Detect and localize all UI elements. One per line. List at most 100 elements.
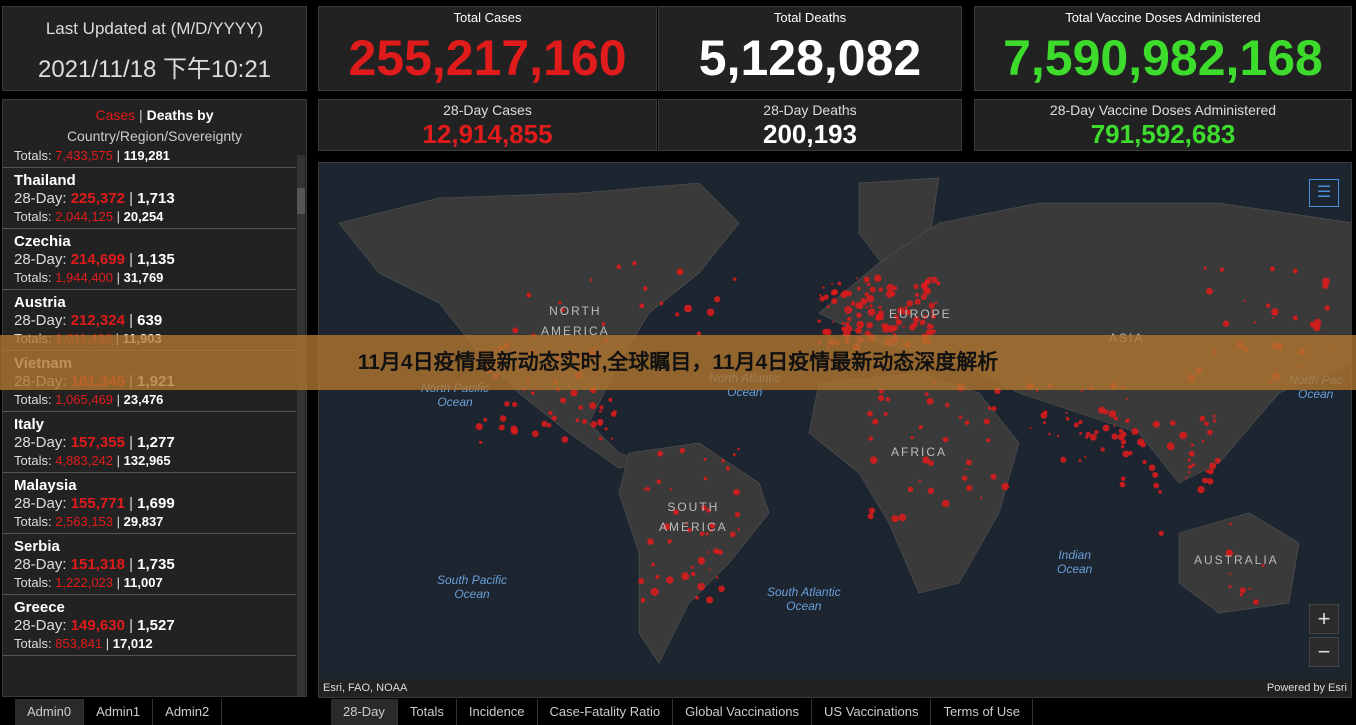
case-dot [733, 489, 740, 496]
country-name: Italy [14, 416, 45, 433]
case-dot [965, 459, 972, 466]
tab-us-vaccinations[interactable]: US Vaccinations [812, 699, 932, 725]
case-dot [1243, 299, 1246, 303]
zoom-out-button[interactable]: − [1309, 637, 1339, 667]
case-dot [922, 284, 927, 289]
case-dot [858, 303, 864, 309]
case-dot [986, 438, 991, 443]
case-dot [866, 321, 874, 329]
case-dot [866, 282, 871, 287]
tab-totals[interactable]: Totals [397, 699, 457, 725]
case-dot [699, 556, 703, 560]
case-dot [1205, 469, 1209, 473]
case-dot [1056, 434, 1060, 438]
tab-terms-of-use[interactable]: Terms of Use [931, 699, 1034, 725]
case-dot [837, 281, 842, 286]
case-dot [526, 292, 532, 298]
case-dot [608, 397, 613, 402]
list-item[interactable]: Italy 28-Day: 157,355 | 1,277 Totals: 4,… [3, 412, 296, 473]
headline-banner: 11月4日疫情最新动态实时,全球瞩目，11月4日疫情最新动态深度解析 [0, 335, 1356, 390]
label-totals: Totals: [14, 575, 56, 590]
stat-value: 255,217,160 [348, 30, 627, 86]
case-dot [1199, 415, 1206, 422]
case-dot [826, 305, 830, 308]
case-dot [598, 436, 603, 441]
cases-title: Cases [95, 107, 136, 123]
case-dot [1228, 522, 1232, 526]
case-dot [725, 466, 730, 471]
case-dot [841, 326, 846, 331]
case-dot [868, 436, 873, 441]
case-dot [1078, 459, 1082, 463]
case-dot [560, 397, 566, 404]
d-deaths: 639 [137, 312, 163, 329]
tab-admin2[interactable]: Admin2 [153, 699, 223, 725]
stat28-value: 12,914,855 [422, 119, 553, 149]
case-dot [867, 308, 876, 316]
case-dot [1131, 427, 1139, 435]
list-item[interactable]: Serbia 28-Day: 151,318 | 1,735 Totals: 1… [3, 534, 296, 595]
world-map[interactable]: NORTHAMERICA EUROPE ASIA AFRICA SOUTHAME… [318, 162, 1352, 698]
scrollbar-thumb[interactable] [297, 188, 305, 214]
d-deaths: 1,735 [137, 556, 175, 573]
stat-panel-28day: 28-Day Vaccine Doses Administered 791,59… [974, 99, 1352, 151]
tab-case-fatality-ratio[interactable]: Case-Fatality Ratio [537, 699, 674, 725]
case-dot [1118, 428, 1124, 434]
case-dot [961, 475, 968, 481]
case-dot [1001, 482, 1010, 491]
scrollbar[interactable] [297, 155, 305, 696]
case-dot [1152, 420, 1160, 428]
case-dot [1078, 420, 1083, 425]
case-dot [659, 301, 664, 306]
stat-panel-28day: 28-Day Deaths 200,193 [658, 99, 962, 151]
list-item-partial[interactable]: Totals: 7,433,575 | 119,281 [3, 147, 296, 168]
powered-by-esri[interactable]: Powered by Esri [1267, 682, 1347, 694]
d-deaths: 1,135 [137, 251, 175, 268]
label-totals: Totals: [14, 392, 56, 407]
case-dot [856, 312, 862, 319]
list-item[interactable]: Greece 28-Day: 149,630 | 1,527 Totals: 8… [3, 595, 296, 656]
map-tabs: 28-Day Totals Incidence Case-Fatality Ratio… [331, 699, 1034, 725]
list-item[interactable]: Malaysia 28-Day: 155,771 | 1,699 Totals:… [3, 473, 296, 534]
case-dot [734, 511, 741, 518]
list-item[interactable]: Czechia 28-Day: 214,699 | 1,135 Totals: … [3, 229, 296, 290]
d-cases: 212,324 [70, 312, 125, 329]
case-dot [714, 296, 721, 303]
list-item[interactable]: Thailand 28-Day: 225,372 | 1,713 Totals:… [3, 168, 296, 229]
case-dot [599, 405, 604, 410]
map-attribution: Esri, FAO, NOAA Powered by Esri [319, 679, 1351, 697]
case-dot [1253, 599, 1259, 605]
tab-admin0[interactable]: Admin0 [15, 699, 85, 725]
case-dot [865, 305, 868, 309]
case-dot [681, 572, 690, 581]
case-dot [889, 290, 896, 297]
case-dot [598, 422, 602, 426]
case-dot [883, 411, 888, 417]
label-28day: 28-Day: [14, 434, 71, 451]
label-south-america: SOUTH AMERICA [659, 500, 728, 534]
country-list[interactable]: Cases | Deaths by Country/Region/Soverei… [2, 99, 307, 697]
case-dot [708, 568, 711, 571]
legend-list-icon[interactable]: ☰ [1309, 179, 1339, 207]
case-dot [819, 296, 825, 302]
case-dot [1120, 439, 1127, 445]
case-dot [819, 294, 822, 297]
t-deaths: 29,837 [123, 514, 164, 529]
stat28-value: 200,193 [763, 119, 857, 149]
case-dot [1197, 485, 1205, 494]
case-dot [856, 320, 865, 329]
t-deaths: 17,012 [112, 636, 153, 651]
tab-admin1[interactable]: Admin1 [84, 699, 154, 725]
t-cases: 1,065,469 [55, 392, 114, 407]
case-dot [706, 596, 714, 604]
tab-incidence[interactable]: Incidence [456, 699, 538, 725]
zoom-in-button[interactable]: + [1309, 604, 1339, 634]
tab-global-vaccinations[interactable]: Global Vaccinations [673, 699, 813, 725]
tab-28-day[interactable]: 28-Day [331, 699, 398, 725]
case-dot [1158, 530, 1164, 536]
case-dot [1111, 433, 1118, 440]
case-dot [707, 550, 710, 554]
case-dot [632, 260, 637, 266]
d-cases: 155,771 [70, 495, 125, 512]
case-dot [1029, 426, 1032, 429]
